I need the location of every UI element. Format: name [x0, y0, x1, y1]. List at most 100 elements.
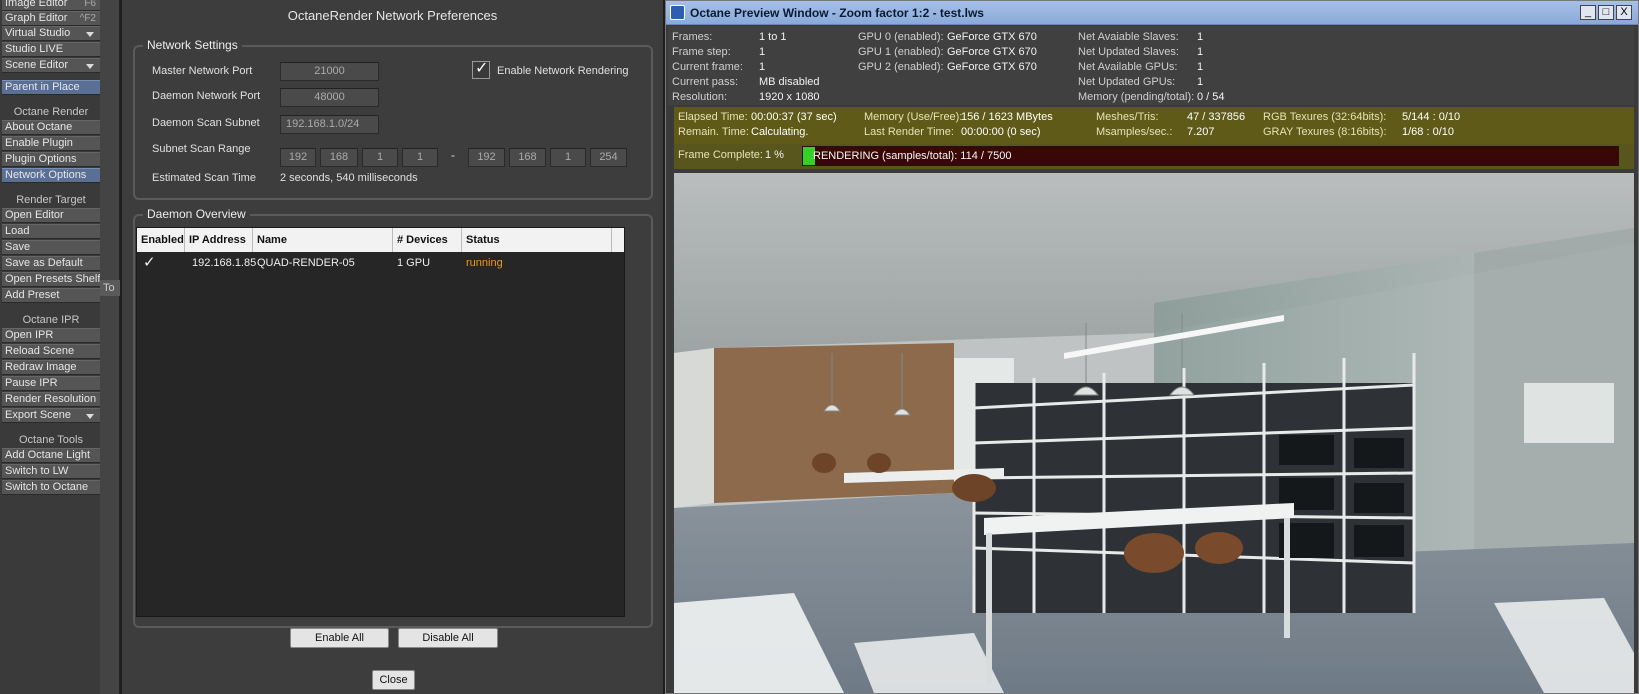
- render-viewport[interactable]: [674, 173, 1634, 693]
- scan-range-to-octet-3[interactable]: 1: [550, 148, 586, 167]
- daemon-enabled-checkbox[interactable]: ✓: [139, 252, 156, 274]
- net-gpus-value: 1: [1197, 61, 1204, 73]
- net-slaves-label: Net Avaiable Slaves:: [1078, 31, 1179, 43]
- close-button[interactable]: Close: [372, 670, 415, 690]
- frames-value: 1 to 1: [759, 31, 787, 43]
- render-stats-top: Frames: 1 to 1 Frame step: 1 Current fra…: [668, 26, 1634, 105]
- current-frame-label: Current frame:: [672, 61, 743, 73]
- studio-live-menu-item[interactable]: Studio LIVE: [2, 42, 100, 57]
- render-resolution-menu-item[interactable]: Render Resolution: [2, 392, 100, 407]
- studio-live-label: Studio LIVE: [5, 43, 64, 55]
- dropdown-arrow-icon: [86, 64, 94, 69]
- enable-all-button[interactable]: Enable All: [290, 628, 389, 648]
- scan-range-separator: -: [451, 148, 455, 162]
- close-window-button[interactable]: X: [1616, 5, 1632, 20]
- export-scene-label: Export Scene: [5, 409, 72, 421]
- gpu-0-label: GPU 0 (enabled):: [858, 31, 944, 43]
- plugin-options-menu-item[interactable]: Plugin Options: [2, 152, 100, 167]
- column-enabled[interactable]: Enabled: [137, 228, 185, 252]
- remain-time-value: Calculating.: [751, 126, 809, 138]
- daemon-devices: 1 GPU: [397, 257, 431, 269]
- subnet-field[interactable]: 192.168.1.0/24: [280, 115, 379, 134]
- scan-range-to-octet-4[interactable]: 254: [590, 148, 627, 167]
- net-updated-gpus-value: 1: [1197, 76, 1204, 88]
- virtual-studio-menu-item[interactable]: Virtual Studio: [2, 26, 100, 41]
- redraw-image-menu-item[interactable]: Redraw Image: [2, 360, 100, 375]
- preview-title: Octane Preview Window - Zoom factor 1:2 …: [690, 6, 984, 20]
- render-progress-bar: RENDERING (samples/total): 114 / 7500: [802, 146, 1619, 166]
- elapsed-time-value: 00:00:37 (37 sec): [751, 111, 837, 123]
- open-editor-menu-item[interactable]: Open Editor: [2, 208, 100, 223]
- column-devices[interactable]: # Devices: [393, 228, 462, 252]
- column-status[interactable]: Status: [462, 228, 612, 252]
- load-menu-item[interactable]: Load: [2, 224, 100, 239]
- network-preferences-dialog: OctaneRender Network Preferences Network…: [120, 0, 665, 694]
- gpu-0-value: GeForce GTX 670: [947, 31, 1037, 43]
- lightwave-menu-panel: Image Editor F6 Graph Editor ^F2 Virtual…: [0, 0, 100, 694]
- open-presets-shelf-menu-item[interactable]: Open Presets Shelf: [2, 272, 100, 287]
- image-editor-shortcut: F6: [84, 0, 96, 9]
- save-menu-item[interactable]: Save: [2, 240, 100, 255]
- add-octane-light-menu-item[interactable]: Add Octane Light: [2, 448, 100, 463]
- master-port-field[interactable]: 21000: [280, 62, 379, 81]
- switch-to-lw-menu-item[interactable]: Switch to LW: [2, 464, 100, 479]
- last-render-value: 00:00:00 (0 sec): [961, 126, 1041, 138]
- scene-editor-menu-item[interactable]: Scene Editor: [2, 58, 100, 73]
- scan-range-from-octet-4[interactable]: 1: [402, 148, 438, 167]
- open-ipr-menu-item[interactable]: Open IPR: [2, 328, 100, 343]
- scan-range-from-octet-2[interactable]: 168: [320, 148, 358, 167]
- frame-complete-value: 1 %: [765, 149, 784, 161]
- daemon-name: QUAD-RENDER-05: [257, 257, 355, 269]
- column-name[interactable]: Name: [253, 228, 393, 252]
- net-slaves-value: 1: [1197, 31, 1204, 43]
- net-gpus-label: Net Available GPUs:: [1078, 61, 1178, 73]
- frame-step-value: 1: [759, 46, 766, 58]
- daemon-ip: 192.168.1.85: [192, 257, 257, 269]
- network-options-menu-item[interactable]: Network Options: [2, 168, 100, 183]
- scene-editor-label: Scene Editor: [5, 59, 68, 71]
- net-updated-gpus-label: Net Updated GPUs:: [1078, 76, 1176, 88]
- column-ip-address[interactable]: IP Address: [185, 228, 253, 252]
- table-row[interactable]: ✓ 192.168.1.85 QUAD-RENDER-05 1 GPU runn…: [137, 252, 624, 274]
- frame-step-label: Frame step:: [672, 46, 731, 58]
- daemon-port-field[interactable]: 48000: [280, 88, 379, 107]
- scan-range-to-octet-1[interactable]: 192: [468, 148, 505, 167]
- export-scene-menu-item[interactable]: Export Scene: [2, 408, 100, 423]
- last-render-label: Last Render Time:: [864, 126, 954, 138]
- render-target-heading: Render Target: [16, 194, 86, 206]
- scan-time-label: Estimated Scan Time: [152, 172, 256, 184]
- maximize-button[interactable]: □: [1598, 5, 1614, 20]
- daemon-status: running: [466, 257, 503, 269]
- scan-range-label: Subnet Scan Range: [152, 143, 251, 155]
- enable-plugin-menu-item[interactable]: Enable Plugin: [2, 136, 100, 151]
- save-as-default-menu-item[interactable]: Save as Default: [2, 256, 100, 271]
- checkmark-icon: ✓: [475, 60, 489, 77]
- reload-scene-menu-item[interactable]: Reload Scene: [2, 344, 100, 359]
- scan-time-value: 2 seconds, 540 milliseconds: [280, 172, 418, 184]
- subnet-label: Daemon Scan Subnet: [152, 117, 260, 129]
- switch-to-octane-menu-item[interactable]: Switch to Octane: [2, 480, 100, 495]
- enable-network-checkbox[interactable]: ✓: [472, 60, 490, 79]
- net-updated-slaves-label: Net Updated Slaves:: [1078, 46, 1179, 58]
- minimize-button[interactable]: _: [1580, 5, 1596, 20]
- preview-title-bar[interactable]: Octane Preview Window - Zoom factor 1:2 …: [666, 1, 1638, 25]
- viewport-tab[interactable]: To: [100, 280, 120, 296]
- pause-ipr-menu-item[interactable]: Pause IPR: [2, 376, 100, 391]
- meshes-label: Meshes/Tris:: [1096, 111, 1159, 123]
- scan-range-from-octet-1[interactable]: 192: [280, 148, 316, 167]
- gray-textures-value: 1/68 : 0/10: [1402, 126, 1454, 138]
- add-preset-menu-item[interactable]: Add Preset: [2, 288, 100, 303]
- dropdown-arrow-icon: [86, 32, 94, 37]
- parent-in-place-button[interactable]: Parent in Place: [2, 80, 100, 95]
- msamples-value: 7.207: [1187, 126, 1215, 138]
- about-octane-menu-item[interactable]: About Octane: [2, 120, 100, 135]
- disable-all-button[interactable]: Disable All: [398, 628, 498, 648]
- image-editor-menu-item[interactable]: Image Editor F6: [2, 0, 100, 11]
- daemon-table[interactable]: Enabled IP Address Name # Devices Status…: [136, 227, 625, 617]
- scan-range-from-octet-3[interactable]: 1: [362, 148, 398, 167]
- graph-editor-menu-item[interactable]: Graph Editor ^F2: [2, 11, 100, 26]
- scan-range-to-octet-2[interactable]: 168: [509, 148, 546, 167]
- render-stats-progress: Elapsed Time: 00:00:37 (37 sec) Remain. …: [674, 107, 1634, 144]
- rgb-textures-label: RGB Texures (32:64bits):: [1263, 111, 1387, 123]
- remain-time-label: Remain. Time:: [678, 126, 749, 138]
